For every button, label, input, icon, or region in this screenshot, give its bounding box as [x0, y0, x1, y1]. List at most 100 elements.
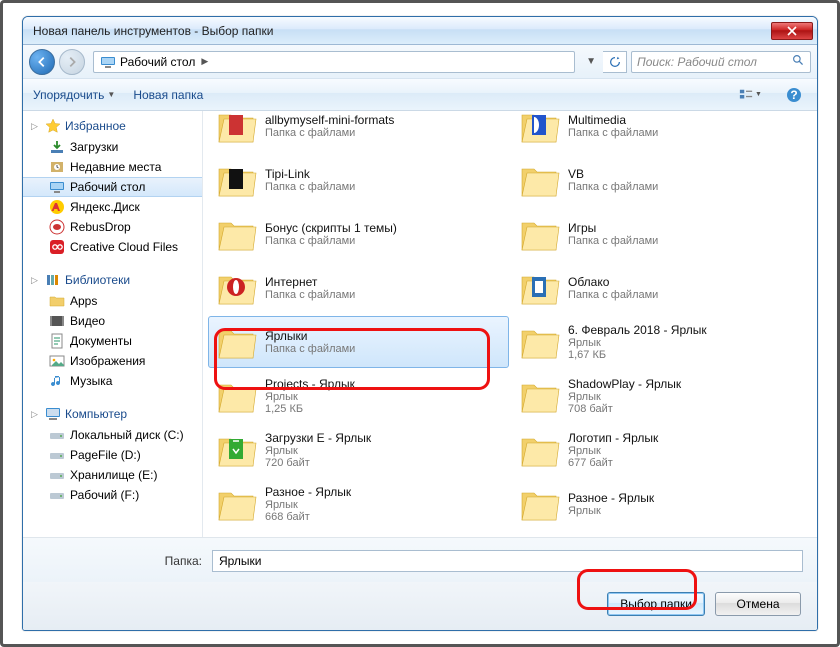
new-folder-button[interactable]: Новая папка [133, 88, 203, 102]
file-item[interactable]: VB Папка с файлами [511, 154, 812, 206]
file-subtitle: Ярлык [568, 505, 654, 517]
tree-item[interactable]: RebusDrop [23, 217, 202, 237]
cc-icon [49, 239, 65, 255]
file-item[interactable]: Разное - Ярлык Ярлык [511, 478, 812, 530]
close-button[interactable] [771, 22, 813, 40]
expand-icon[interactable]: ▷ [31, 121, 41, 132]
organize-menu[interactable]: Упорядочить ▼ [33, 88, 115, 102]
drive-icon [49, 487, 65, 503]
file-item[interactable]: Интернет Папка с файлами [208, 262, 509, 314]
forward-button[interactable] [59, 49, 85, 75]
expand-icon[interactable]: ▷ [31, 409, 41, 420]
navigation-tree[interactable]: ▷Избранное Загрузки Недавние места Рабочий … [23, 111, 203, 537]
folder-icon [49, 293, 65, 309]
file-name: Ярлыки [265, 329, 355, 343]
breadcrumb-dropdown[interactable]: ▼ [586, 56, 596, 67]
file-item[interactable]: 6. Февраль 2018 - Ярлык Ярлык 1,67 КБ [511, 316, 812, 368]
folder-icon [518, 375, 560, 417]
folder-icon [215, 321, 257, 363]
tree-item[interactable]: Рабочий стол [23, 177, 202, 197]
tree-item[interactable]: Яндекс.Диск [23, 197, 202, 217]
file-size: 1,25 КБ [265, 403, 355, 415]
tree-group-header[interactable]: ▷Избранное [23, 115, 202, 137]
file-item[interactable]: Загрузки E - Ярлык Ярлык 720 байт [208, 424, 509, 476]
tree-item[interactable]: Недавние места [23, 157, 202, 177]
file-subtitle: Ярлык [568, 391, 681, 403]
file-name: Projects - Ярлык [265, 377, 355, 391]
search-input[interactable]: Поиск: Рабочий стол [631, 51, 811, 73]
file-subtitle: Папка с файлами [265, 289, 355, 301]
folder-icon [518, 159, 560, 201]
file-subtitle: Ярлык [265, 391, 355, 403]
file-subtitle: Ярлык [265, 445, 371, 457]
folder-name-input[interactable] [212, 550, 803, 572]
tree-item[interactable]: Изображения [23, 351, 202, 371]
help-button[interactable]: ? [781, 84, 807, 106]
dialog-buttons: Выбор папки Отмена [23, 582, 817, 630]
tree-item-label: RebusDrop [70, 220, 131, 234]
tree-item-label: Apps [70, 294, 97, 308]
recent-icon [49, 159, 65, 175]
file-item[interactable]: Tipi-Link Папка с файлами [208, 154, 509, 206]
file-name: Облако [568, 275, 658, 289]
select-folder-button[interactable]: Выбор папки [607, 592, 705, 616]
tree-item[interactable]: Музыка [23, 371, 202, 391]
file-item[interactable]: Облако Папка с файлами [511, 262, 812, 314]
rebus-icon [49, 219, 65, 235]
file-item[interactable]: Projects - Ярлык Ярлык 1,25 КБ [208, 370, 509, 422]
image-icon [49, 353, 65, 369]
file-size: 720 байт [265, 457, 371, 469]
cancel-button[interactable]: Отмена [715, 592, 801, 616]
file-name: 6. Февраль 2018 - Ярлык [568, 323, 707, 337]
file-item[interactable]: Разное - Ярлык Ярлык 668 байт [208, 478, 509, 530]
tree-item-label: Рабочий стол [70, 180, 145, 194]
tree-group-header[interactable]: ▷Компьютер [23, 403, 202, 425]
file-subtitle: Ярлык [568, 337, 707, 349]
tree-item[interactable]: Загрузки [23, 137, 202, 157]
file-name: Загрузки E - Ярлык [265, 431, 371, 445]
chevron-right-icon[interactable]: ▶ [199, 56, 210, 67]
toolbar: Упорядочить ▼ Новая папка ▼ ? [23, 79, 817, 111]
file-item[interactable]: ShadowPlay - Ярлык Ярлык 708 байт [511, 370, 812, 422]
lib-icon [45, 272, 61, 288]
svg-text:?: ? [790, 88, 797, 102]
tree-group-header[interactable]: ▷Библиотеки [23, 269, 202, 291]
folder-icon [518, 483, 560, 525]
breadcrumb[interactable]: Рабочий стол ▶ [93, 51, 575, 73]
tree-item[interactable]: Видео [23, 311, 202, 331]
tree-item[interactable]: Apps [23, 291, 202, 311]
tree-item-label: Изображения [70, 354, 145, 368]
tree-item[interactable]: Документы [23, 331, 202, 351]
file-item[interactable]: Multimedia Папка с файлами [511, 111, 812, 152]
folder-name-row: Папка: [23, 538, 817, 582]
folder-icon [518, 429, 560, 471]
refresh-button[interactable] [603, 51, 627, 73]
breadcrumb-location: Рабочий стол [120, 55, 195, 69]
desktop-icon [49, 179, 65, 195]
tree-item[interactable]: Хранилище (E:) [23, 465, 202, 485]
tree-item[interactable]: Рабочий (F:) [23, 485, 202, 505]
drive-icon [49, 467, 65, 483]
file-item[interactable]: Логотип - Ярлык Ярлык 677 байт [511, 424, 812, 476]
star-icon [45, 118, 61, 134]
tree-item[interactable]: PageFile (D:) [23, 445, 202, 465]
folder-icon [215, 111, 257, 147]
tree-item-label: Загрузки [70, 140, 118, 154]
file-list[interactable]: allbymyself-mini-formats Папка с файлами… [203, 111, 817, 537]
file-item[interactable]: Ярлыки Папка с файлами [208, 316, 509, 368]
tree-item-label: Недавние места [70, 160, 161, 174]
tree-item[interactable]: Creative Cloud Files [23, 237, 202, 257]
back-button[interactable] [29, 49, 55, 75]
window-title: Новая панель инструментов - Выбор папки [27, 24, 771, 38]
file-item[interactable]: allbymyself-mini-formats Папка с файлами [208, 111, 509, 152]
file-size: 677 байт [568, 457, 658, 469]
tree-item-label: Локальный диск (C:) [70, 428, 184, 442]
file-name: Игры [568, 221, 658, 235]
file-item[interactable]: Игры Папка с файлами [511, 208, 812, 260]
file-name: ShadowPlay - Ярлык [568, 377, 681, 391]
view-options-button[interactable]: ▼ [737, 84, 763, 106]
tree-item[interactable]: Локальный диск (C:) [23, 425, 202, 445]
expand-icon[interactable]: ▷ [31, 275, 41, 286]
file-item[interactable]: Бонус (скрипты 1 темы) Папка с файлами [208, 208, 509, 260]
folder-icon [518, 267, 560, 309]
